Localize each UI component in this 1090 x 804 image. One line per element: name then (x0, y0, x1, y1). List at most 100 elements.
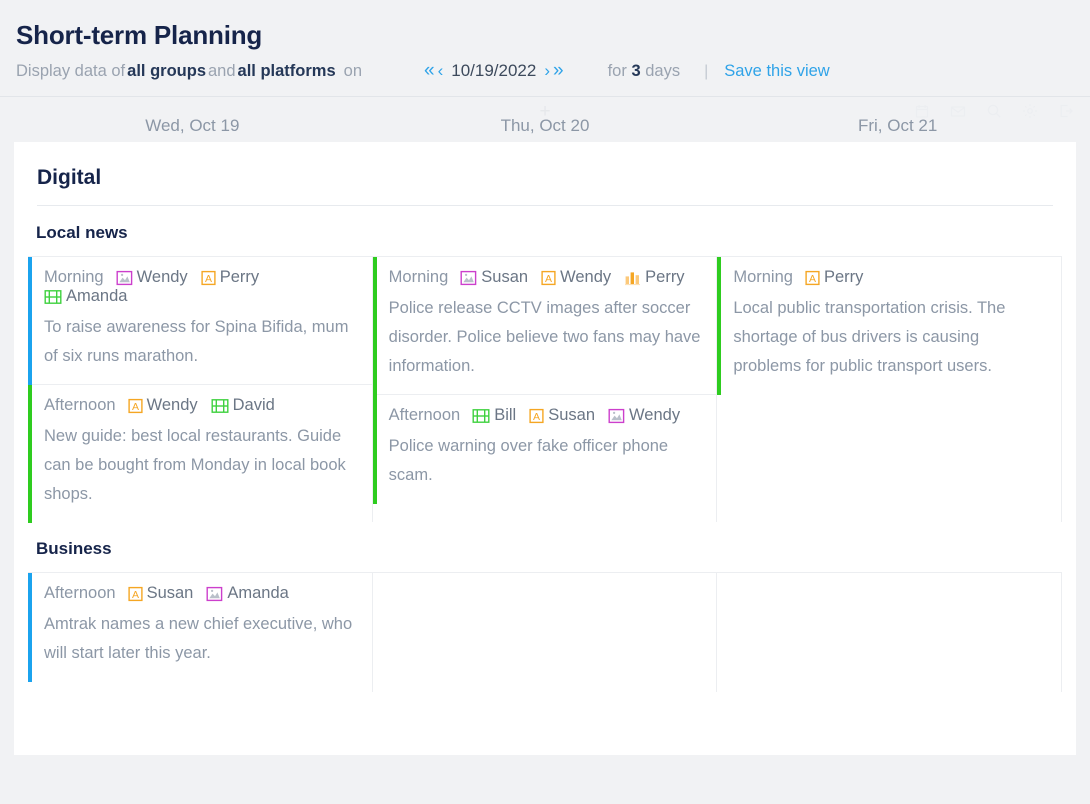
section-title-local-news: Local news (36, 223, 128, 242)
day-column (717, 573, 1062, 692)
card-meta: Afternoon A Wendy David (44, 396, 358, 415)
add-item-icon[interactable]: + (539, 102, 550, 121)
next-page-icon[interactable]: › (544, 61, 550, 81)
save-this-view-link[interactable]: Save this view (724, 62, 829, 81)
planning-card[interactable]: Morning A Perry Local public transportation… (717, 257, 1061, 395)
contributor-name: Perry (645, 268, 685, 286)
card-contributor[interactable]: A Wendy (541, 268, 611, 287)
image-icon (460, 270, 477, 286)
card-contributor[interactable]: Perry (624, 268, 685, 287)
card-slot-label: Afternoon (44, 584, 116, 602)
duration-label[interactable]: for 3 days (608, 62, 681, 81)
card-body-text: Local public transportation crisis. The … (733, 299, 1006, 375)
card-meta: Morning Susan A Wendy Perry (389, 268, 703, 287)
day-header-strip: + Wed, Oct 19 Thu, Oct 20 Fri, Oct 21 (0, 96, 1090, 142)
contributor-name: Susan (146, 584, 194, 602)
day-column: Morning Wendy A Perry Amanda To raise awarene… (28, 257, 373, 523)
date-navigator: « ‹ 10/19/2022 › » (424, 61, 564, 81)
duration-suffix: days (645, 62, 681, 80)
filter-groups-link[interactable]: all groups (127, 62, 206, 81)
section-row-business: Afternoon A Susan Amanda Amtrak names a new … (28, 572, 1062, 692)
export-icon[interactable] (1058, 103, 1074, 119)
search-icon[interactable] (986, 103, 1002, 119)
planning-card[interactable]: Afternoon A Wendy David New guide: best loca… (28, 385, 372, 523)
planning-card[interactable]: Morning Susan A Wendy Perry Police release CC… (372, 257, 717, 395)
svg-text:A: A (132, 589, 139, 601)
card-body-text: New guide: best local restaurants. Guide… (44, 427, 346, 503)
contributor-name: Amanda (227, 584, 289, 602)
day-header-0: Wed, Oct 19 (145, 116, 240, 135)
card-contributor[interactable]: A Susan (529, 406, 595, 425)
contributor-name: Wendy (136, 268, 188, 286)
planning-card[interactable]: Afternoon Bill A Susan Wendy Police warning o… (372, 395, 717, 504)
card-contributor[interactable]: Amanda (206, 584, 289, 603)
filter-on-label: on (343, 62, 362, 80)
video-icon (211, 398, 229, 414)
envelope-icon[interactable] (950, 103, 966, 119)
card-contributor[interactable]: Bill (472, 406, 516, 425)
card-contributor[interactable]: Wendy (116, 268, 188, 287)
toolbar-icons (914, 103, 1074, 119)
contributor-name: Perry (219, 268, 260, 286)
card-accent-bar (28, 257, 32, 385)
card-meta: Morning Wendy A Perry Amanda (44, 268, 358, 306)
filter-and-label: and (208, 62, 236, 80)
duration-count: 3 (631, 62, 641, 80)
card-slot-label: Morning (44, 268, 104, 286)
contributor-name: Wendy (146, 396, 198, 414)
card-slot-label: Morning (733, 268, 793, 286)
last-page-icon[interactable]: » (553, 61, 564, 81)
calendar-icon[interactable] (914, 103, 930, 119)
card-contributor[interactable]: A Perry (805, 268, 863, 287)
card-accent-bar (372, 257, 377, 395)
card-accent-bar (28, 385, 32, 523)
card-meta: Afternoon Bill A Susan Wendy (389, 406, 703, 425)
card-contributor[interactable]: Susan (460, 268, 528, 287)
planning-card[interactable]: Morning Wendy A Perry Amanda To raise awarene… (28, 257, 372, 385)
contributor-name: Bill (494, 406, 517, 424)
contributor-name: Susan (481, 268, 529, 286)
duration-prefix: for (607, 62, 627, 80)
text-icon: A (127, 398, 143, 414)
day-column: Morning Susan A Wendy Perry Police release CC… (372, 257, 718, 522)
contributor-name: Wendy (560, 268, 612, 286)
planning-card[interactable]: Afternoon A Susan Amanda Amtrak names a new … (28, 573, 372, 682)
contributor-name: David (232, 396, 275, 414)
card-contributor[interactable]: A Susan (127, 584, 194, 603)
section-title-business: Business (36, 539, 112, 558)
section-row-local-news: Morning Wendy A Perry Amanda To raise awarene… (28, 256, 1062, 523)
svg-text:A: A (533, 411, 540, 423)
filter-platforms-link[interactable]: all platforms (238, 62, 336, 81)
video-icon (472, 408, 490, 424)
card-slot-label: Afternoon (388, 406, 461, 424)
card-contributor[interactable]: A Wendy (127, 396, 198, 415)
card-contributor[interactable]: Amanda (44, 287, 127, 306)
card-body-text: Amtrak names a new chief executive, who … (44, 615, 353, 662)
prev-page-icon[interactable]: ‹ (438, 61, 444, 81)
image-icon (206, 586, 223, 602)
card-contributor[interactable]: A Perry (201, 268, 259, 287)
card-contributor[interactable]: Wendy (608, 406, 680, 425)
first-page-icon[interactable]: « (424, 61, 435, 81)
date-value[interactable]: 10/19/2022 (451, 61, 536, 81)
text-icon: A (529, 408, 544, 424)
card-contributor[interactable]: David (211, 396, 275, 415)
day-column: Morning A Perry Local public transportation… (717, 257, 1062, 522)
image-icon (116, 270, 133, 286)
text-icon: A (541, 270, 556, 286)
text-icon: A (201, 270, 216, 286)
day-column: Afternoon A Susan Amanda Amtrak names a new … (28, 573, 373, 692)
day-column (373, 573, 718, 692)
planning-panel: Digital Local news Morning Wendy A Perry Ama… (14, 142, 1076, 755)
contributor-name: Amanda (66, 287, 128, 305)
group-title-digital: Digital (37, 166, 102, 189)
filter-prefix-label: Display data of (16, 62, 126, 80)
page-title: Short-term Planning (16, 20, 263, 50)
card-meta: Afternoon A Susan Amanda (44, 584, 358, 603)
gear-icon[interactable] (1022, 103, 1038, 119)
chart-icon (624, 270, 641, 286)
card-slot-label: Morning (388, 268, 449, 286)
svg-text:A: A (132, 401, 139, 413)
card-body-text: To raise awareness for Spina Bifida, mum… (44, 318, 349, 365)
card-accent-bar (28, 573, 32, 682)
